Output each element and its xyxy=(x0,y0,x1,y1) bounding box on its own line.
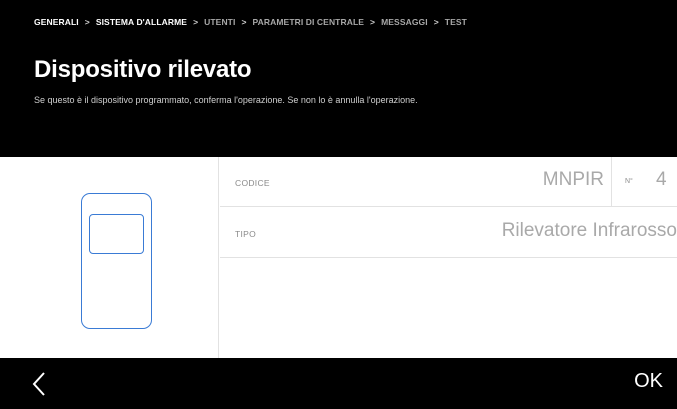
type-label: TIPO xyxy=(235,229,257,239)
breadcrumb-separator: > xyxy=(193,17,199,27)
number-value: 4 xyxy=(656,169,667,190)
code-value: MNPIR xyxy=(542,169,604,190)
breadcrumb-separator: > xyxy=(84,17,90,27)
type-value: Rilevatore Infrarosso xyxy=(501,220,677,241)
detector-lens xyxy=(89,214,144,254)
type-row: TIPO Rilevatore Infrarosso xyxy=(220,208,677,258)
breadcrumb-separator: > xyxy=(433,17,439,27)
breadcrumb-separator: > xyxy=(370,17,376,27)
page-title: Dispositivo rilevato xyxy=(34,56,252,83)
breadcrumb-separator: > xyxy=(241,17,247,27)
device-detail-panel: CODICE MNPIR N° 4 TIPO Rilevatore Infrar… xyxy=(0,157,677,358)
ok-button[interactable]: OK xyxy=(634,370,663,393)
device-image-pane xyxy=(0,157,219,358)
breadcrumb: GENERALI > SISTEMA D'ALLARME > UTENTI > … xyxy=(34,17,467,27)
breadcrumb-item-parametri-centrale[interactable]: PARAMETRI DI CENTRALE xyxy=(253,17,365,27)
breadcrumb-item-messaggi[interactable]: MESSAGGI xyxy=(381,17,428,27)
breadcrumb-item-test[interactable]: TEST xyxy=(445,17,467,27)
code-row: CODICE MNPIR N° 4 xyxy=(220,157,677,207)
back-button[interactable] xyxy=(28,370,50,398)
breadcrumb-item-sistema-allarme[interactable]: SISTEMA D'ALLARME xyxy=(96,17,187,27)
code-label: CODICE xyxy=(235,178,270,188)
header: GENERALI > SISTEMA D'ALLARME > UTENTI > … xyxy=(0,0,677,157)
motion-detector-icon xyxy=(81,193,152,329)
number-label: N° xyxy=(625,178,633,185)
footer-bar: OK xyxy=(0,358,677,409)
breadcrumb-item-utenti[interactable]: UTENTI xyxy=(204,17,235,27)
page-subtitle: Se questo è il dispositivo programmato, … xyxy=(34,95,418,105)
chevron-left-icon xyxy=(32,372,45,396)
number-cell: N° 4 xyxy=(611,157,677,207)
breadcrumb-item-generali[interactable]: GENERALI xyxy=(34,17,79,27)
